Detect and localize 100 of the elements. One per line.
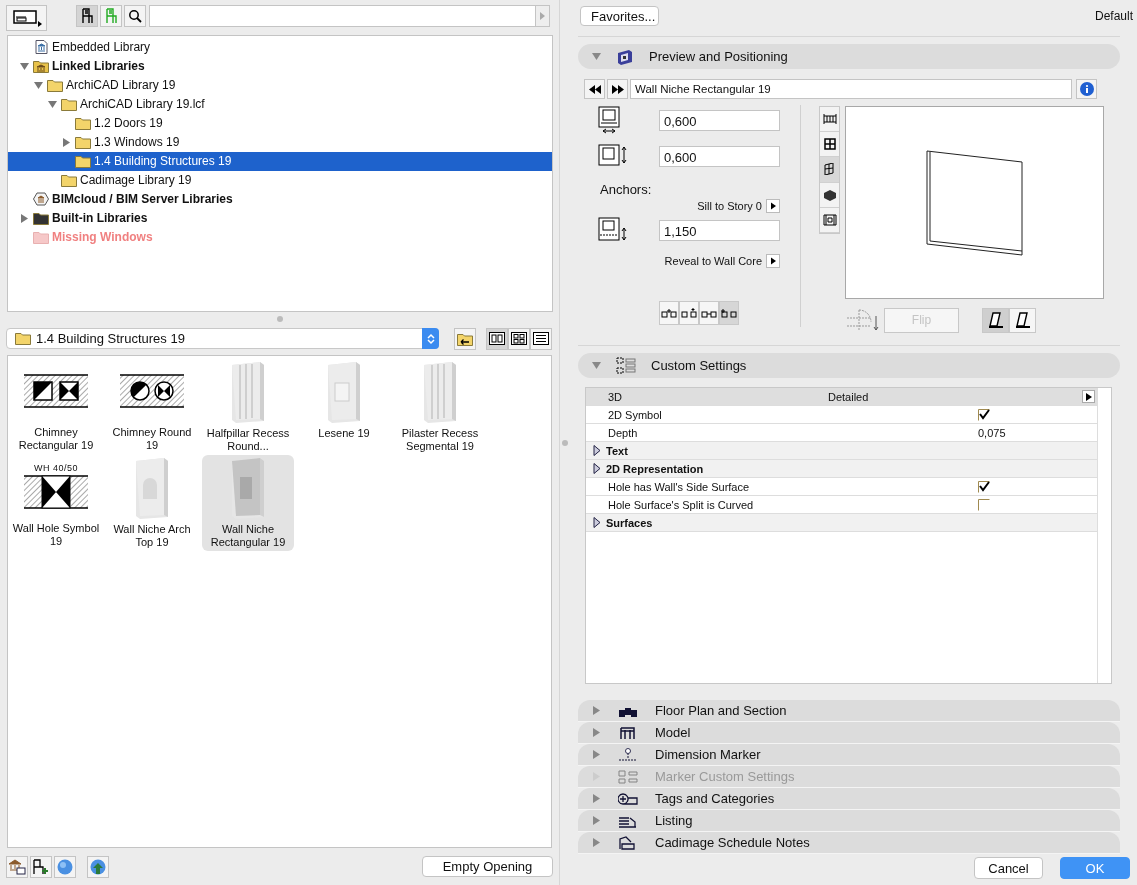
tree-item[interactable]: ArchiCAD Library 19.lcf [8, 94, 552, 114]
folder-icon [61, 97, 77, 112]
tree-item[interactable]: 1.3 Windows 19 [8, 132, 552, 152]
anchor-position-button[interactable] [699, 301, 719, 325]
globe-upload-icon [90, 858, 106, 875]
tree-item[interactable]: ArchiCAD Library 19 [8, 75, 552, 95]
anchor-icon [681, 308, 697, 318]
checkbox[interactable] [978, 480, 990, 493]
disclosure-triangle-icon[interactable] [593, 517, 601, 528]
triangle-right-icon [766, 254, 780, 268]
group-label[interactable]: Text [606, 444, 628, 457]
anchor-menu-button[interactable]: Reveal to Wall Core [664, 253, 780, 269]
search-button[interactable] [124, 5, 146, 27]
folder-icon [75, 154, 91, 169]
previous-button[interactable] [584, 79, 605, 99]
preview-mode-tab[interactable] [820, 107, 839, 133]
height-field[interactable]: 0,600 [659, 145, 780, 167]
add-object-button[interactable] [30, 855, 52, 878]
columns-icon [489, 332, 505, 346]
view-mode-button[interactable] [508, 327, 530, 350]
object-tile[interactable]: Halfpillar Recess Round... [202, 358, 294, 455]
tree-item[interactable]: 1.2 Doors 19 [8, 113, 552, 133]
cancel-button[interactable]: Cancel [974, 857, 1043, 879]
folder-dropdown[interactable]: 1.4 Building Structures 19 [6, 328, 439, 350]
sill-height-field[interactable]: 1,150 [659, 219, 780, 241]
folder-icon [15, 332, 31, 346]
tree-item[interactable]: BIMcloud / BIM Server Libraries [8, 189, 552, 209]
height-dimension-icon [598, 143, 628, 169]
film-icon [822, 213, 837, 226]
settings-list-icon [618, 769, 638, 784]
upload-button[interactable] [87, 855, 109, 878]
search-icon [128, 9, 142, 23]
window-icon [616, 47, 634, 66]
library-icon [8, 858, 26, 875]
section-header[interactable]: Tags and Categories [578, 788, 1120, 810]
object-tile[interactable]: Wall Niche Arch Top 19 [106, 454, 198, 551]
object-tile[interactable]: Pilaster Recess Segmental 19 [394, 358, 486, 455]
section-header[interactable]: Floor Plan and Section [578, 700, 1120, 722]
side-view-icon [822, 163, 837, 176]
tree-item[interactable]: Built-in Libraries [8, 208, 552, 228]
empty-opening-button[interactable]: Empty Opening [422, 856, 553, 877]
next-button[interactable] [607, 79, 628, 99]
favorites-button[interactable]: Favorites... [580, 6, 659, 26]
section-header[interactable]: Cadimage Schedule Notes [578, 832, 1120, 854]
chair-icon [81, 8, 93, 24]
search-field[interactable] [149, 5, 536, 27]
parameter-label: Depth [608, 426, 638, 439]
panel-icon [11, 9, 42, 27]
preview-mode-tab[interactable] [820, 132, 839, 158]
group-label[interactable]: 2D Representation [606, 462, 704, 475]
section-header[interactable]: Preview and Positioning [578, 44, 1120, 69]
info-button[interactable] [1076, 79, 1097, 99]
symbol-caption: WH 40/50 [34, 463, 78, 474]
tree-item[interactable]: Cadimage Library 19 [8, 170, 552, 190]
object-tile[interactable]: Chimney Round 19 [106, 358, 198, 455]
mirror-button[interactable] [982, 307, 1009, 333]
object-tile[interactable]: WH 40/50 Wall Hole Symbol 19 [10, 454, 102, 551]
section-header[interactable]: Dimension Marker [578, 744, 1120, 766]
anchor-menu-button[interactable]: Sill to Story 0 [697, 198, 780, 214]
fast-forward-icon [611, 84, 624, 94]
parent-folder-button[interactable] [454, 327, 476, 350]
anchor-position-button[interactable] [659, 301, 679, 325]
anchor-position-button[interactable] [719, 301, 739, 325]
disclosure-triangle-icon[interactable] [593, 463, 601, 474]
preview-mode-tab[interactable] [820, 182, 839, 208]
settings-list-icon [616, 355, 636, 376]
hatched-wall-symbol-drawing [120, 372, 184, 411]
cloud-library-icon [33, 192, 49, 207]
value-menu-button[interactable] [1082, 390, 1095, 403]
section-header[interactable]: Model [578, 722, 1120, 744]
disclosure-triangle-icon[interactable] [593, 445, 601, 456]
view-mode-button[interactable] [530, 327, 552, 350]
group-label[interactable]: Surfaces [606, 516, 653, 529]
chair-filter-button[interactable] [76, 5, 98, 27]
section-header[interactable]: Listing [578, 810, 1120, 832]
checkbox[interactable] [978, 498, 990, 511]
width-field[interactable]: 0,600 [659, 109, 780, 131]
library-manager-button[interactable] [6, 855, 28, 878]
section-header[interactable]: Custom Settings [578, 353, 1120, 378]
preview-mode-tab[interactable] [820, 157, 839, 183]
object-tile[interactable]: Wall Niche Rectangular 19 [202, 454, 294, 551]
grid-view-icon [822, 138, 837, 151]
view-menu-button[interactable] [6, 5, 47, 31]
tree-item[interactable]: Linked Libraries [8, 56, 552, 76]
tree-item[interactable]: 1.4 Building Structures 19 [8, 151, 552, 171]
mirror-button[interactable] [1009, 307, 1036, 333]
checkbox[interactable] [978, 408, 990, 421]
anchor-icon [661, 308, 677, 318]
triangle-right-icon [540, 12, 545, 20]
triangle-right-icon [1085, 392, 1092, 401]
object-tile[interactable]: Lesene 19 [298, 358, 390, 455]
sill-height-icon [598, 216, 628, 244]
marker-icon [618, 747, 638, 762]
anchor-position-button[interactable] [679, 301, 699, 325]
tree-item[interactable]: Embedded Library [8, 37, 552, 57]
object-name-field[interactable]: Wall Niche Rectangular 19 [630, 79, 1072, 99]
preview-mode-tab[interactable] [820, 207, 839, 233]
view-mode-button[interactable] [486, 327, 508, 350]
object-tile[interactable]: Chimney Rectangular 19 [10, 358, 102, 455]
parameter-label: 2D Symbol [608, 408, 662, 421]
